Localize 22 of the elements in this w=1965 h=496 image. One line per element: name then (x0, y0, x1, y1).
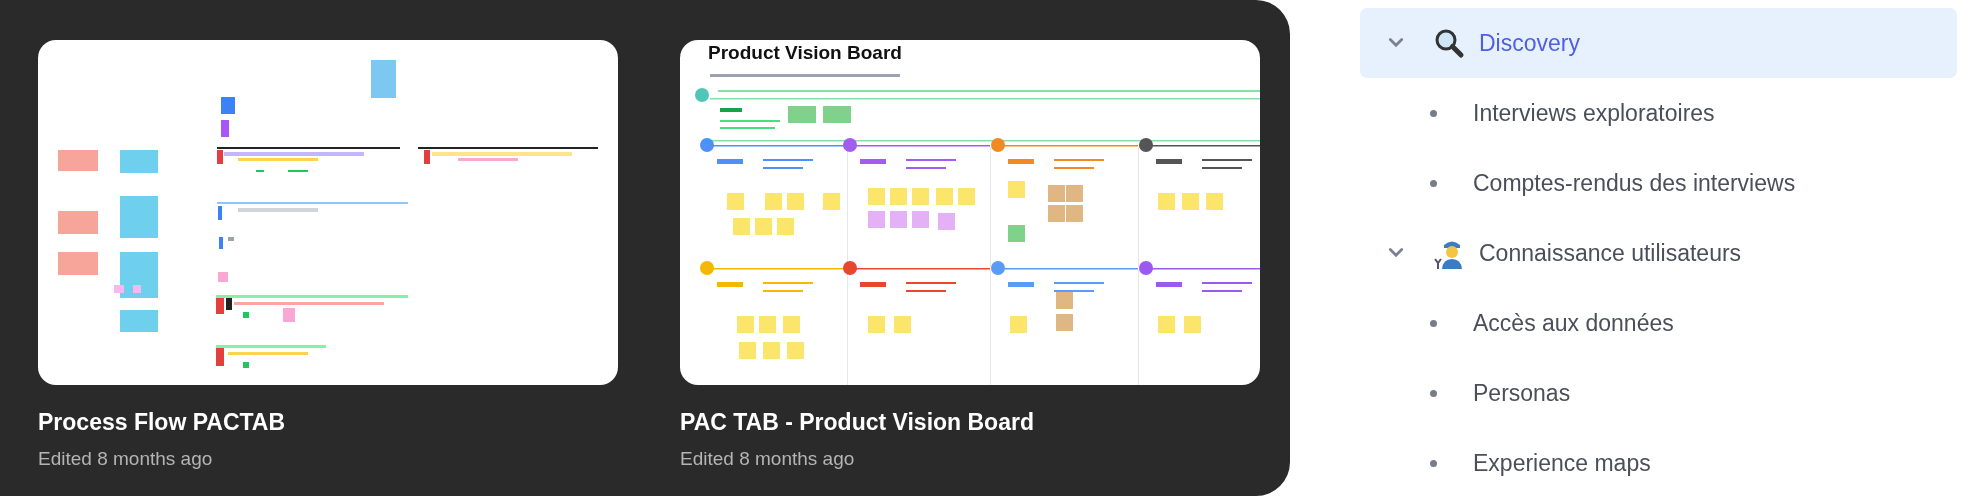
chevron-icon[interactable] (1388, 247, 1404, 259)
tree-item[interactable]: Accès aux données (1360, 288, 1957, 358)
board-title[interactable]: Process Flow PACTAB (38, 409, 286, 436)
tree-item[interactable]: Personas (1360, 358, 1957, 428)
bullet-icon (1430, 319, 1437, 327)
edited-time: Edited 8 months ago (38, 448, 213, 470)
board-title[interactable]: PAC TAB - Product Vision Board (680, 409, 1034, 436)
tree-item[interactable]: Connaissance utilisateurs (1360, 218, 1957, 288)
bullet-icon (1430, 459, 1437, 467)
edited-time: Edited 8 months ago (680, 448, 855, 470)
tree-item[interactable]: Interviews exploratoires (1360, 78, 1957, 148)
flowchart-board-drawing[interactable] (38, 40, 618, 385)
tree-item[interactable]: Experience maps (1360, 428, 1957, 496)
magnifier-icon (1433, 27, 1465, 59)
tree-item[interactable]: Comptes-rendus des interviews (1360, 148, 1957, 218)
bullet-icon (1430, 109, 1437, 117)
tree-item[interactable]: Discovery (1360, 8, 1957, 78)
vision-board-drawing[interactable] (680, 40, 1260, 385)
bullet-icon (1430, 179, 1437, 187)
chevron-icon[interactable] (1388, 37, 1404, 49)
bullet-icon (1430, 389, 1437, 397)
board-heading: Product Vision Board (708, 42, 902, 64)
